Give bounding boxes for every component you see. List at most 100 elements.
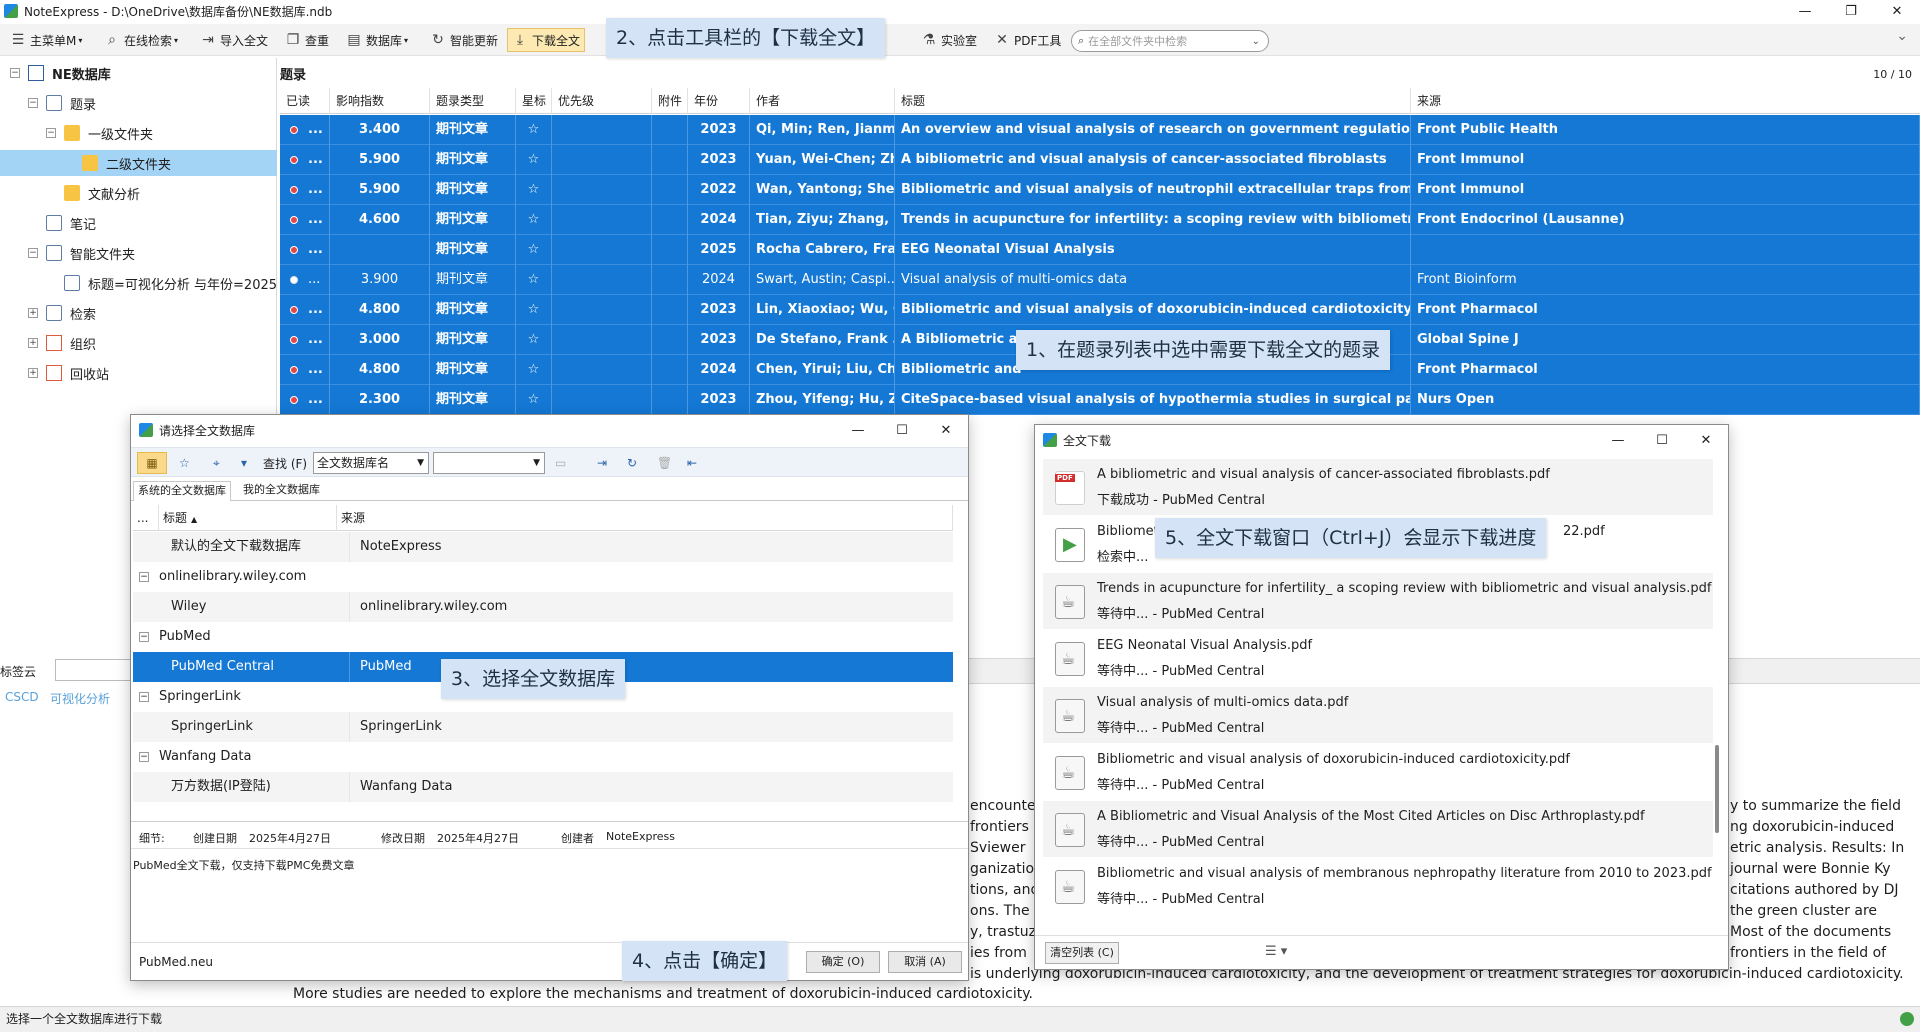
expand-icon[interactable]: + <box>28 308 38 318</box>
close-button[interactable]: ✕ <box>1684 425 1728 455</box>
close-button[interactable]: ✕ <box>1874 0 1920 22</box>
col-title[interactable]: 标题 ▲ <box>159 505 337 531</box>
database-row[interactable]: Wiley onlinelibrary.wiley.com <box>133 592 953 622</box>
close-button[interactable]: ✕ <box>924 415 968 445</box>
tree-item-analysis[interactable]: 文献分析 <box>0 180 277 206</box>
collapse-icon[interactable]: − <box>28 98 38 108</box>
row-menu[interactable]: ... <box>302 205 330 235</box>
database-button[interactable]: ▤ 数据库 ▾ <box>346 28 408 52</box>
row-menu[interactable]: ... <box>302 115 330 145</box>
download-item[interactable]: EEG Neonatal Visual Analysis.pdf 等待中... -… <box>1043 630 1713 686</box>
list-options-icon[interactable]: ☰ ▾ <box>1265 944 1287 959</box>
download-item[interactable]: Bibliometric and visual analysis of memb… <box>1043 858 1713 914</box>
global-search-input[interactable]: ⌕ 在全部文件夹中检索 ⌄ <box>1071 30 1269 52</box>
cell-read[interactable] <box>280 325 302 355</box>
scroll-thumb[interactable] <box>1715 745 1719 833</box>
cell-read[interactable] <box>280 235 302 265</box>
record-row[interactable]: ...4.800期刊文章☆ 2023Lin, Xiaoxiao; Wu, G..B… <box>280 295 1920 325</box>
focus-button[interactable]: ⌖ <box>213 452 220 474</box>
record-row[interactable]: ... 3.400 期刊文章 ☆ 2023 Qi, Min; Ren, Jianmi An … <box>280 115 1920 145</box>
tree-item-records[interactable]: − 题录 <box>0 90 277 116</box>
col-impact[interactable]: 影响指数 <box>330 88 430 114</box>
download-item[interactable]: Visual analysis of multi-omics data.pdf 等… <box>1043 687 1713 743</box>
cell-star[interactable]: ☆ <box>516 385 552 415</box>
cell-read[interactable] <box>280 265 302 295</box>
maximize-button[interactable]: ☐ <box>880 415 924 445</box>
cell-read[interactable] <box>280 145 302 175</box>
cell-star[interactable]: ☆ <box>516 115 552 145</box>
database-group-row[interactable]: − Wanfang Data <box>133 742 953 772</box>
tab-system-databases[interactable]: 系统的全文数据库 <box>133 481 231 501</box>
cell-star[interactable]: ☆ <box>516 265 552 295</box>
import-fulltext-button[interactable]: ⇥ 导入全文 <box>200 28 268 52</box>
find-field-select[interactable]: 全文数据库名 ▼ <box>313 452 429 474</box>
row-menu[interactable]: ... <box>302 265 330 295</box>
cell-star[interactable]: ☆ <box>516 325 552 355</box>
collapse-icon[interactable]: − <box>46 128 56 138</box>
col-priority[interactable]: 优先级 <box>552 88 652 114</box>
record-row[interactable]: ...4.600期刊文章☆ 2024Tian, Ziyu; Zhang, C..T… <box>280 205 1920 235</box>
cell-read[interactable] <box>280 205 302 235</box>
database-row[interactable]: SpringerLink SpringerLink <box>133 712 953 742</box>
tree-item-folder1[interactable]: − 一级文件夹 <box>0 120 277 146</box>
chevron-down-icon[interactable]: ⌄ <box>1252 36 1260 47</box>
ok-button[interactable]: 确定 (O) <box>806 951 880 973</box>
cell-star[interactable]: ☆ <box>516 295 552 325</box>
tree-item-organize[interactable]: + 组织 <box>0 330 277 356</box>
col-source[interactable]: 来源 <box>1411 88 1920 114</box>
database-group-row[interactable]: − PubMed <box>133 622 953 652</box>
minimize-button[interactable]: — <box>1596 425 1640 455</box>
main-menu-button[interactable]: ☰ 主菜单M ▾ <box>10 28 83 52</box>
cancel-button[interactable]: 取消 (A) <box>888 951 962 973</box>
col-source[interactable]: 来源 <box>337 505 953 531</box>
download-list-scrollbar[interactable] <box>1712 463 1722 933</box>
tree-item-smart-rule[interactable]: 标题=可视化分析 与年份=2025 <box>0 270 277 296</box>
cell-read[interactable] <box>280 295 302 325</box>
download-item[interactable]: A Bibliometric and Visual Analysis of th… <box>1043 801 1713 857</box>
star-button[interactable]: ☆ <box>179 452 190 474</box>
row-menu[interactable]: ... <box>302 235 330 265</box>
find-value-select[interactable]: ▼ <box>433 452 545 474</box>
focus-dropdown[interactable]: ▾ <box>241 452 247 474</box>
cell-read[interactable] <box>280 175 302 205</box>
tree-item-folder2[interactable]: 二级文件夹 <box>0 150 277 176</box>
row-menu[interactable]: ... <box>302 325 330 355</box>
tag-visual-analysis[interactable]: 可视化分析 <box>50 690 110 707</box>
cell-read[interactable] <box>280 115 302 145</box>
tree-item-trash[interactable]: + 回收站 <box>0 360 277 386</box>
download-item[interactable]: Trends in acupuncture for infertility_ a… <box>1043 573 1713 629</box>
row-menu[interactable]: ... <box>302 175 330 205</box>
col-dots[interactable]: ... <box>133 505 159 531</box>
col-attachment[interactable]: 附件 <box>652 88 688 114</box>
import-button[interactable]: ⇥ <box>597 452 607 474</box>
col-title[interactable]: 标题 <box>895 88 1411 114</box>
download-fulltext-button[interactable]: ⤓ 下载全文 <box>507 28 586 52</box>
tree-item-smart-folder[interactable]: − 智能文件夹 <box>0 240 277 266</box>
cell-star[interactable]: ☆ <box>516 145 552 175</box>
col-read[interactable]: 已读 <box>280 88 330 114</box>
smart-update-button[interactable]: ↻ 智能更新 <box>430 28 498 52</box>
row-menu[interactable]: ... <box>302 145 330 175</box>
minimize-button[interactable]: — <box>836 415 880 445</box>
cell-star[interactable]: ☆ <box>516 355 552 385</box>
tagcloud-input[interactable] <box>55 659 133 681</box>
col-author[interactable]: 作者 <box>750 88 895 114</box>
refresh-button[interactable]: ↻ <box>627 452 637 474</box>
cell-star[interactable]: ☆ <box>516 175 552 205</box>
tree-item-notes[interactable]: 笔记 <box>0 210 277 236</box>
download-item[interactable]: Bibliometric and visual analysis of doxo… <box>1043 744 1713 800</box>
clear-list-button[interactable]: 清空列表 (C) <box>1045 942 1119 964</box>
database-row[interactable]: 默认的全文下载数据库 NoteExpress <box>133 532 953 562</box>
download-item[interactable]: A bibliometric and visual analysis of ca… <box>1043 459 1713 515</box>
cell-read[interactable] <box>280 385 302 415</box>
edit-button[interactable]: ▭ <box>555 452 566 474</box>
record-row[interactable]: ... 5.900 期刊文章 ☆ 2023 Yuan, Wei-Chen; Zh.. A b… <box>280 145 1920 175</box>
col-type[interactable]: 题录类型 <box>430 88 516 114</box>
tree-root[interactable]: − NE数据库 <box>0 60 277 86</box>
database-row[interactable]: 万方数据(IP登陆) Wanfang Data <box>133 772 953 802</box>
col-star[interactable]: 星标 <box>516 88 552 114</box>
tree-item-search[interactable]: + 检索 <box>0 300 277 326</box>
online-search-button[interactable]: ⌕ 在线检索 ▾ <box>104 28 178 52</box>
cell-star[interactable]: ☆ <box>516 235 552 265</box>
dedupe-button[interactable]: ❐ 查重 <box>285 28 329 52</box>
